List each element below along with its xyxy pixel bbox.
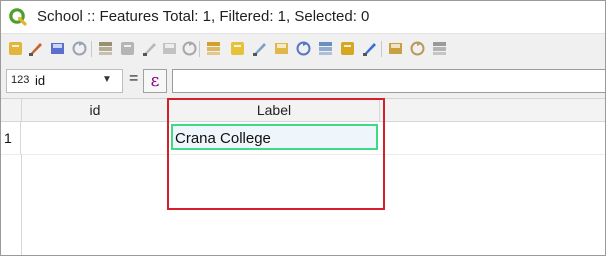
row-number[interactable]: 1	[1, 122, 21, 154]
select-by-expression-icon[interactable]	[205, 40, 222, 57]
equals-sign: =	[129, 70, 139, 87]
toggle-editing-icon[interactable]	[7, 40, 24, 57]
title-bar: School :: Features Total: 1, Filtered: 1…	[1, 1, 605, 33]
expression-button[interactable]: ε	[143, 69, 167, 93]
attribute-table-window: School :: Features Total: 1, Filtered: 1…	[0, 0, 606, 256]
toolbar-separator	[199, 41, 200, 57]
field-type-label: 123	[11, 74, 30, 86]
toolbar-separator	[91, 41, 92, 57]
zoom-to-selection-icon[interactable]	[361, 40, 378, 57]
delete-field-icon[interactable]	[409, 40, 426, 57]
save-edits-icon[interactable]	[49, 40, 66, 57]
new-field-icon[interactable]	[387, 40, 404, 57]
cell-id[interactable]	[22, 122, 169, 154]
reload-icon[interactable]	[71, 40, 88, 57]
field-calculator-icon[interactable]	[431, 40, 448, 57]
cut-icon[interactable]	[141, 40, 158, 57]
table-row[interactable]: 1 Crana College	[1, 122, 605, 155]
cell-label-editing[interactable]: Crana College	[171, 124, 378, 150]
table-header: id Label	[1, 99, 605, 122]
qgis-logo-icon	[9, 8, 27, 26]
field-name: id	[35, 73, 46, 88]
row-header-column	[1, 154, 22, 255]
expression-input[interactable]	[172, 69, 605, 93]
header-corner[interactable]	[1, 99, 22, 121]
attribute-toolbar	[1, 33, 605, 64]
chevron-down-icon: ▼	[102, 74, 112, 85]
window-title: School :: Features Total: 1, Filtered: 1…	[37, 8, 370, 25]
column-header-label[interactable]: Label	[169, 99, 380, 121]
delete-feature-icon[interactable]	[119, 40, 136, 57]
move-selection-to-top-icon[interactable]	[317, 40, 334, 57]
column-header-id[interactable]: id	[22, 99, 169, 121]
select-all-icon[interactable]	[229, 40, 246, 57]
copy-icon[interactable]	[161, 40, 178, 57]
pan-to-selection-icon[interactable]	[339, 40, 356, 57]
invert-selection-icon[interactable]	[251, 40, 268, 57]
deselect-all-icon[interactable]	[273, 40, 290, 57]
paste-icon[interactable]	[181, 40, 198, 57]
expression-bar: 123 id ▼ = ε	[1, 64, 605, 99]
filter-icon[interactable]	[295, 40, 312, 57]
field-selector[interactable]: 123 id ▼	[6, 69, 123, 93]
multi-edit-icon[interactable]	[27, 40, 44, 57]
toolbar-separator	[381, 41, 382, 57]
add-feature-icon[interactable]	[97, 40, 114, 57]
